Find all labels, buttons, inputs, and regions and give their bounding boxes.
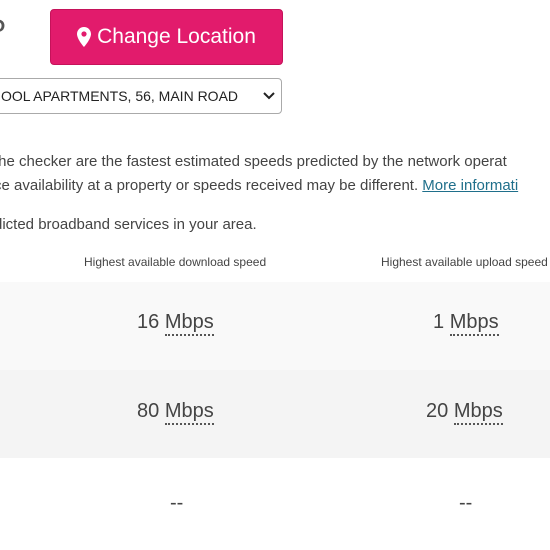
download-speed-2: 80 Mbps	[137, 400, 214, 425]
download-speed-2-value: 80	[137, 400, 160, 422]
download-speed-1-value: 16	[137, 311, 160, 333]
upload-speed-1: 1 Mbps	[433, 311, 499, 336]
upload-speed-1-value: 1	[433, 311, 445, 333]
upload-speed-2-unit[interactable]: Mbps	[453, 400, 503, 425]
download-speed-3: --	[170, 492, 184, 514]
intro-text: dicted broadband services in your area.	[0, 216, 257, 233]
upload-speed-2: 20 Mbps	[426, 400, 503, 425]
upload-speed-3: --	[459, 492, 473, 514]
download-speed-1-unit[interactable]: Mbps	[164, 311, 214, 336]
download-speed-1: 16 Mbps	[137, 311, 214, 336]
address-select-value: OOL APARTMENTS, 56, MAIN ROAD	[1, 88, 239, 104]
download-speed-2-unit[interactable]: Mbps	[164, 400, 214, 425]
upload-speed-1-unit[interactable]: Mbps	[449, 311, 499, 336]
address-select[interactable]: OOL APARTMENTS, 56, MAIN ROAD	[0, 78, 282, 114]
download-column-header: Highest available download speed	[84, 255, 267, 269]
chevron-down-icon	[257, 92, 281, 100]
disclaimer-line-2-text: ce availability at a property or speeds …	[0, 177, 419, 194]
more-information-link[interactable]: More informati	[422, 177, 518, 194]
disclaimer-text: the checker are the fastest estimated sp…	[0, 150, 550, 198]
upload-speed-2-value: 20	[426, 400, 449, 422]
upload-column-header: Highest available upload speed	[381, 255, 548, 269]
disclaimer-line-1: the checker are the fastest estimated sp…	[0, 153, 507, 170]
map-pin-icon	[77, 27, 92, 47]
change-location-button[interactable]: Change Location	[50, 9, 283, 65]
postcode-display: P	[0, 14, 6, 48]
disclaimer-line-2: ce availability at a property or speeds …	[0, 174, 550, 198]
change-location-label: Change Location	[97, 25, 256, 48]
